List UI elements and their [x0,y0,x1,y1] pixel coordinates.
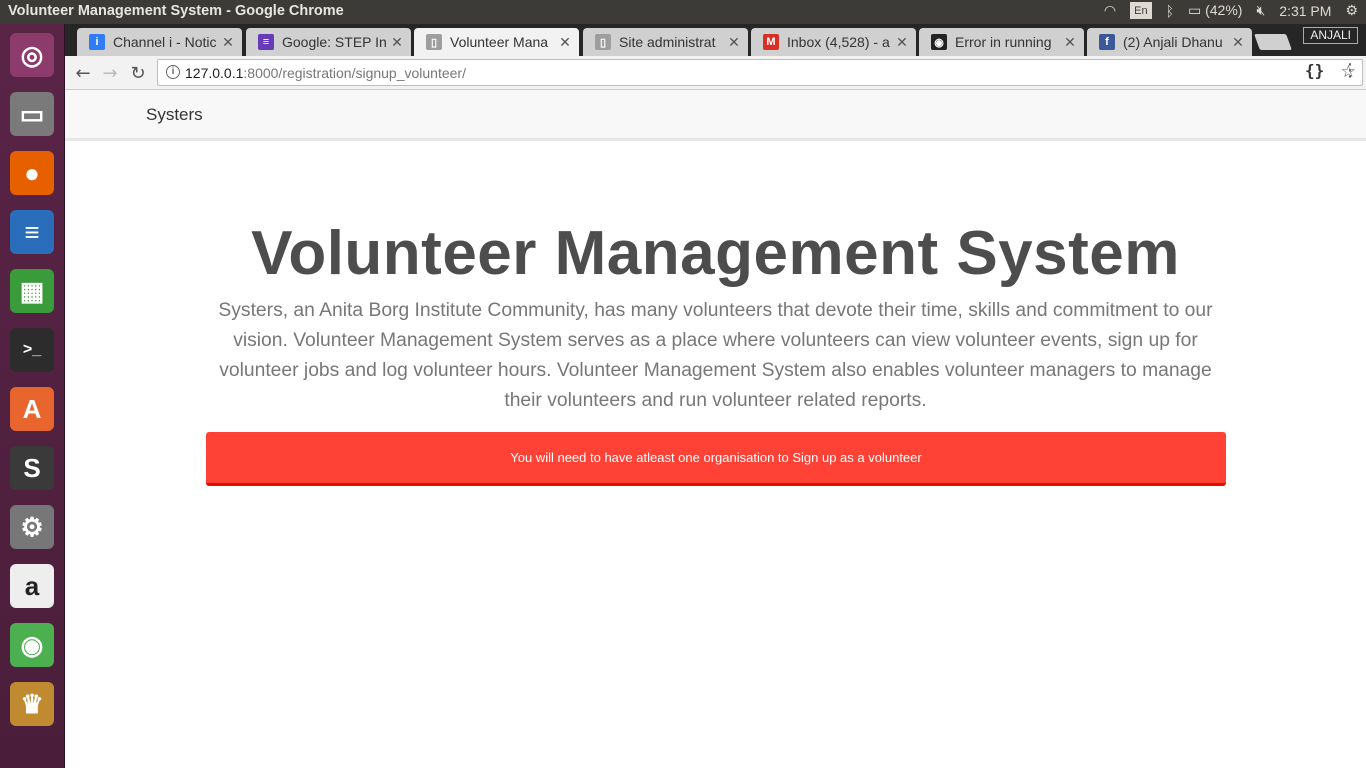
url-text[interactable]: 127.0.0.1:8000/registration/signup_volun… [185,65,466,81]
launcher-item[interactable]: ⚙ [7,502,57,552]
launcher-item[interactable]: a [7,561,57,611]
battery-percent: (42%) [1205,2,1243,18]
tab-label: Site administrat [619,34,716,50]
software-center-icon: A [10,387,54,431]
tab-favicon-icon: f [1099,34,1115,50]
launcher-item[interactable]: ◎ [7,30,57,80]
error-alert: You will need to have atleast one organi… [206,432,1226,486]
site-navbar: Systers [65,90,1366,141]
profile-button[interactable]: ANJALI [1303,27,1358,44]
clock[interactable]: 2:31 PM [1279,3,1331,19]
volume-muted-icon[interactable]: 🔇︎ [1256,2,1265,19]
tab-favicon-icon: ▯ [595,34,611,50]
tab-close-icon[interactable]: ✕ [726,34,742,51]
terminal-icon: >_ [10,328,54,372]
back-arrow-icon[interactable]: ← [70,60,96,86]
browser-toolbar: ← → ↻ i 127.0.0.1:8000/registration/sign… [65,56,1366,90]
browser-tab[interactable]: i Channel i - Notic ✕ [77,28,242,56]
browser-tab[interactable]: ▯ Site administrat ✕ [583,28,748,56]
os-top-panel: Volunteer Management System - Google Chr… [0,0,1366,24]
settings-icon: ⚙ [10,505,54,549]
url-path: :8000/registration/signup_volunteer/ [243,65,466,81]
tab-close-icon[interactable]: ✕ [1230,34,1246,51]
keyboard-layout-indicator[interactable]: En [1130,2,1152,19]
launcher-item[interactable]: ▭ [7,89,57,139]
tab-close-icon[interactable]: ✕ [557,34,573,51]
system-gear-icon[interactable]: ⚙ [1345,2,1358,19]
tab-close-icon[interactable]: ✕ [1062,34,1078,51]
unity-launcher: ◎ ▭ ● ≡ ▦ >_ A S ⚙ a ◉ ♛ [0,24,65,768]
tab-favicon-icon: ≡ [258,34,274,50]
browser-tab[interactable]: M Inbox (4,528) - a ✕ [751,28,916,56]
tab-favicon-icon: ◉ [931,34,947,50]
tab-favicon-icon: M [763,34,779,50]
tab-favicon-icon: ▯ [426,34,442,50]
browser-tab[interactable]: ◉ Error in running ✕ [919,28,1084,56]
game-icon: ♛ [10,682,54,726]
tab-close-icon[interactable]: ✕ [220,34,236,51]
launcher-item[interactable]: ♛ [7,679,57,729]
amazon-icon: a [10,564,54,608]
launcher-item[interactable]: >_ [7,325,57,375]
chrome-menu-icon[interactable]: ⋮ [1341,60,1359,81]
browser-tab[interactable]: ▯ Volunteer Mana ✕ [414,28,579,56]
url-host: 127.0.0.1 [185,65,244,81]
tab-label: Volunteer Mana [450,34,549,50]
tab-favicon-icon: i [89,34,105,50]
wifi-icon[interactable]: ◠ [1104,2,1116,19]
launcher-item[interactable]: S [7,443,57,493]
firefox-icon: ● [10,151,54,195]
tab-label: Google: STEP In [282,34,387,50]
chrome-icon: ◉ [10,623,54,667]
tab-label: (2) Anjali Dhanu [1123,34,1223,50]
page-title: Volunteer Management System [251,219,1180,288]
navbar-brand-link[interactable]: Systers [146,105,203,125]
web-page: Systers Volunteer Management System Syst… [65,90,1366,768]
ubuntu-dash-icon: ◎ [10,33,54,77]
json-extension-icon[interactable]: {} [1305,61,1324,80]
sublime-icon: S [10,446,54,490]
files-icon: ▭ [10,92,54,136]
launcher-item[interactable]: ● [7,148,57,198]
tab-label: Error in running [955,34,1052,50]
reload-icon[interactable]: ↻ [125,60,151,86]
site-info-icon[interactable]: i [166,65,180,79]
calc-icon: ▦ [10,269,54,313]
address-bar[interactable]: i 127.0.0.1:8000/registration/signup_vol… [157,59,1363,86]
tab-label: Inbox (4,528) - a [787,34,890,50]
writer-icon: ≡ [10,210,54,254]
tab-close-icon[interactable]: ✕ [389,34,405,51]
panel-indicators: ◠ En ᛒ ▭ (42%) 🔇︎ 2:31 PM ⚙ [1104,2,1358,19]
page-description: Systers, an Anita Borg Institute Communi… [218,300,1213,411]
launcher-item[interactable]: A [7,384,57,434]
alert-message: You will need to have atleast one organi… [510,450,922,465]
tab-close-icon[interactable]: ✕ [894,34,910,51]
browser-tab[interactable]: ≡ Google: STEP In ✕ [246,28,411,56]
browser-tab-strip: ANJALI i Channel i - Notic ✕ ≡ Google: STEP … [65,24,1366,56]
tab-label: Channel i - Notic [113,34,217,50]
launcher-item[interactable]: ≡ [7,207,57,257]
window-title: Volunteer Management System - Google Chr… [8,3,344,19]
browser-tab[interactable]: f (2) Anjali Dhanu ✕ [1087,28,1252,56]
bluetooth-icon[interactable]: ᛒ [1166,3,1174,19]
battery-indicator[interactable]: ▭ (42%) [1188,2,1242,19]
forward-arrow-icon[interactable]: → [97,60,123,86]
launcher-item[interactable]: ▦ [7,266,57,316]
launcher-item[interactable]: ◉ [7,620,57,670]
new-tab-button[interactable] [1254,34,1292,50]
battery-icon: ▭ [1187,2,1202,18]
